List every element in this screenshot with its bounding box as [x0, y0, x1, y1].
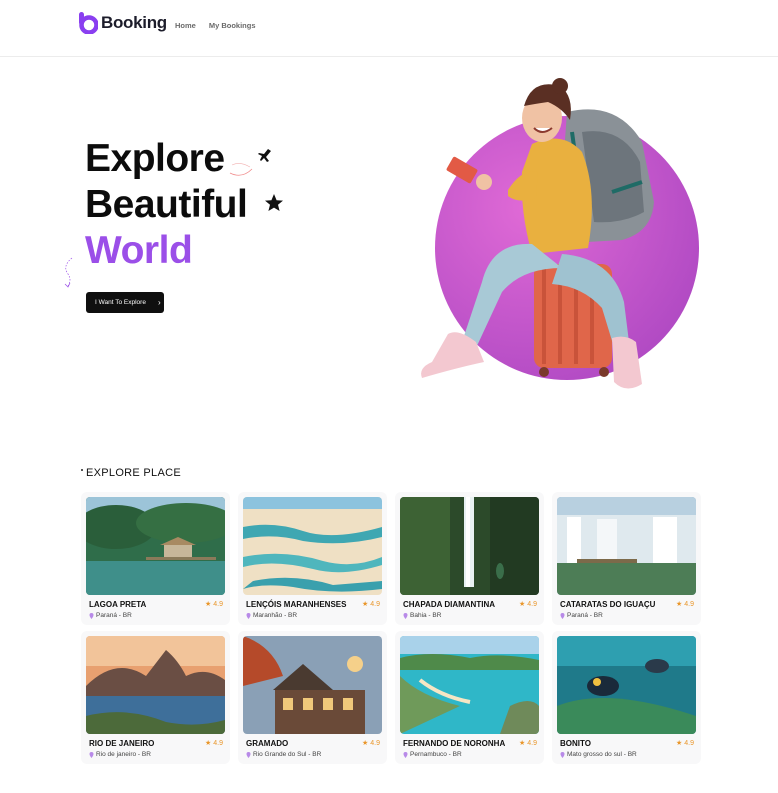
place-rating: ★ 4.9 — [362, 600, 380, 608]
place-card-lagoa-preta[interactable]: LAGOA PRETA ★ 4.9 Paraná - BR — [81, 492, 230, 625]
star-rating-icon: ★ — [205, 601, 212, 608]
map-pin-icon — [403, 751, 408, 758]
place-rating: ★ 4.9 — [519, 600, 537, 608]
place-name: CHAPADA DIAMANTINA — [403, 600, 495, 609]
place-name: LENÇÓIS MARANHENSES — [246, 600, 347, 609]
map-pin-icon — [403, 612, 408, 619]
rating-value: 4.9 — [370, 740, 380, 747]
place-name: GRAMADO — [246, 739, 289, 748]
curved-arrow-icon — [64, 257, 73, 288]
logo[interactable]: Booking — [78, 12, 167, 34]
location-text: Rio de janeiro - BR — [96, 751, 151, 758]
explore-cta-button[interactable]: I Want To Explore › — [86, 292, 164, 313]
hero-line-world: World — [85, 229, 193, 272]
location-text: Paraná - BR — [567, 612, 603, 619]
place-location: Mato grosso do sul - BR — [560, 751, 637, 758]
star-icon — [265, 194, 283, 211]
hero-line-explore: Explore — [85, 137, 225, 180]
place-image — [243, 636, 382, 734]
cta-label: I Want To Explore — [95, 299, 146, 306]
place-rating: ★ 4.9 — [205, 739, 223, 747]
hero-heading: Explore Beautiful World — [85, 136, 248, 274]
place-location: Rio de janeiro - BR — [89, 751, 151, 758]
place-name: LAGOA PRETA — [89, 600, 147, 609]
map-pin-icon — [89, 751, 94, 758]
map-pin-icon — [560, 751, 565, 758]
bullet-dot — [81, 469, 83, 471]
place-rating: ★ 4.9 — [676, 600, 694, 608]
location-text: Bahia - BR — [410, 612, 442, 619]
place-image — [557, 497, 696, 595]
chevron-right-icon: › — [157, 298, 161, 307]
place-location: Rio Grande do Sul - BR — [246, 751, 321, 758]
star-rating-icon: ★ — [205, 740, 212, 747]
place-card-noronha[interactable]: FERNANDO DE NORONHA ★ 4.9 Pernambuco - B… — [395, 631, 544, 764]
place-card-chapada[interactable]: CHAPADA DIAMANTINA ★ 4.9 Bahia - BR — [395, 492, 544, 625]
rating-value: 4.9 — [527, 740, 537, 747]
place-location: Maranhão - BR — [246, 612, 297, 619]
location-text: Paraná - BR — [96, 612, 132, 619]
place-rating: ★ 4.9 — [362, 739, 380, 747]
place-card-rio[interactable]: RIO DE JANEIRO ★ 4.9 Rio de janeiro - BR — [81, 631, 230, 764]
place-name: FERNANDO DE NORONHA — [403, 739, 506, 748]
map-pin-icon — [246, 751, 251, 758]
star-rating-icon: ★ — [519, 740, 526, 747]
main-nav: Home My Bookings — [175, 21, 256, 30]
top-header: Booking Home My Bookings — [0, 0, 778, 57]
section-title: EXPLORE PLACE — [86, 467, 181, 479]
place-rating: ★ 4.9 — [676, 739, 694, 747]
hero-line-beautiful: Beautiful — [85, 183, 248, 226]
rating-value: 4.9 — [213, 740, 223, 747]
star-rating-icon: ★ — [676, 601, 683, 608]
place-name: CATARATAS DO IGUAÇU — [560, 600, 656, 609]
place-image — [243, 497, 382, 595]
location-text: Mato grosso do sul - BR — [567, 751, 637, 758]
nav-home[interactable]: Home — [175, 21, 196, 30]
airplane-icon — [229, 149, 271, 176]
rating-value: 4.9 — [684, 601, 694, 608]
section-heading: EXPLORE PLACE — [81, 467, 181, 479]
map-pin-icon — [89, 612, 94, 619]
star-rating-icon: ★ — [519, 601, 526, 608]
place-image — [400, 636, 539, 734]
location-text: Maranhão - BR — [253, 612, 298, 619]
place-image — [86, 636, 225, 734]
place-image — [86, 497, 225, 595]
rating-value: 4.9 — [370, 601, 380, 608]
logo-icon — [79, 12, 98, 34]
place-card-gramado[interactable]: GRAMADO ★ 4.9 Rio Grande do Sul - BR — [238, 631, 387, 764]
star-rating-icon: ★ — [362, 601, 369, 608]
rating-value: 4.9 — [527, 601, 537, 608]
place-location: Paraná - BR — [560, 612, 603, 619]
star-rating-icon: ★ — [676, 740, 683, 747]
hero-traveler-illustration — [421, 78, 699, 389]
rating-value: 4.9 — [684, 740, 694, 747]
location-text: Rio Grande do Sul - BR — [253, 751, 322, 758]
place-location: Bahia - BR — [403, 612, 441, 619]
map-pin-icon — [560, 612, 565, 619]
star-rating-icon: ★ — [362, 740, 369, 747]
logo-text: Booking — [101, 13, 167, 32]
place-image — [400, 497, 539, 595]
place-location: Pernambuco - BR — [403, 751, 462, 758]
place-card-bonito[interactable]: BONITO ★ 4.9 Mato grosso do sul - BR — [552, 631, 701, 764]
location-text: Pernambuco - BR — [410, 751, 462, 758]
rating-value: 4.9 — [213, 601, 223, 608]
place-image — [557, 636, 696, 734]
nav-my-bookings[interactable]: My Bookings — [209, 21, 256, 30]
place-rating: ★ 4.9 — [205, 600, 223, 608]
place-rating: ★ 4.9 — [519, 739, 537, 747]
place-location: Paraná - BR — [89, 612, 132, 619]
place-name: RIO DE JANEIRO — [89, 739, 155, 748]
place-card-cataratas[interactable]: CATARATAS DO IGUAÇU ★ 4.9 Paraná - BR — [552, 492, 701, 625]
place-card-lencois[interactable]: LENÇÓIS MARANHENSES ★ 4.9 Maranhão - BR — [238, 492, 387, 625]
map-pin-icon — [246, 612, 251, 619]
place-name: BONITO — [560, 739, 591, 748]
